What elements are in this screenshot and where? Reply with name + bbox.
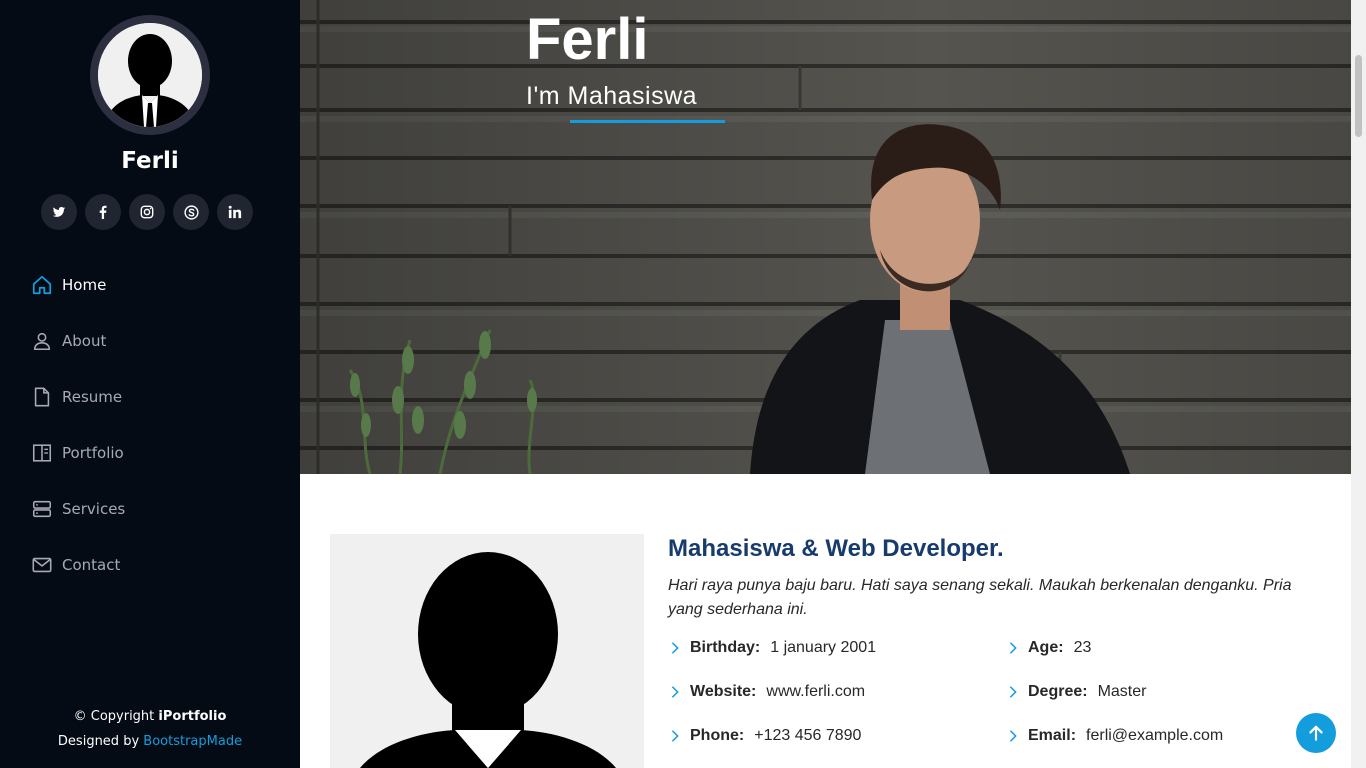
scrollbar-thumb[interactable] — [1355, 55, 1362, 137]
copyright-text: © Copyright — [73, 709, 159, 724]
info-email: Email: ferli@example.com — [1006, 727, 1223, 745]
designer-link[interactable]: BootstrapMade — [143, 734, 242, 749]
chevron-right-icon — [668, 685, 682, 699]
instagram-icon[interactable] — [129, 194, 165, 230]
info-value: 23 — [1073, 639, 1092, 656]
about-photo — [330, 534, 644, 768]
profile-avatar — [90, 15, 210, 135]
info-value: 1 january 2001 — [770, 639, 877, 656]
hero-section: Ferli I'm Mahasiswa — [300, 0, 1351, 474]
info-label: Age: — [1028, 639, 1064, 656]
info-birthday: Birthday: 1 january 2001 — [668, 639, 876, 657]
hero-background-image — [300, 0, 1351, 474]
nav-label-home: Home — [62, 276, 107, 294]
server-icon — [31, 498, 53, 520]
person-icon — [31, 330, 53, 352]
info-value: Master — [1097, 683, 1147, 700]
info-degree: Degree: Master — [1006, 683, 1146, 701]
nav-item-resume[interactable]: Resume — [0, 369, 300, 425]
nav-label-contact: Contact — [62, 556, 121, 574]
chevron-right-icon — [1006, 685, 1020, 699]
envelope-icon — [31, 554, 53, 576]
nav-item-services[interactable]: Services — [0, 481, 300, 537]
skype-icon[interactable] — [173, 194, 209, 230]
info-label: Birthday: — [690, 639, 761, 656]
info-phone: Phone: +123 456 7890 — [668, 727, 861, 745]
chevron-right-icon — [1006, 729, 1020, 743]
info-label: Email: — [1028, 727, 1077, 744]
info-value: +123 456 7890 — [754, 727, 862, 744]
nav-item-home[interactable]: Home — [0, 257, 300, 313]
twitter-icon[interactable] — [41, 194, 77, 230]
book-half-icon — [31, 442, 53, 464]
brand-name: iPortfolio — [158, 709, 227, 724]
sidebar-footer: © Copyright iPortfolio Designed by Boots… — [0, 704, 300, 754]
info-label: Website: — [690, 683, 757, 700]
info-label: Phone: — [690, 727, 745, 744]
chevron-right-icon — [668, 729, 682, 743]
linkedin-icon[interactable] — [217, 194, 253, 230]
nav-label-services: Services — [62, 500, 126, 518]
sidebar: Ferli Home About Resume Portfolio Servic… — [0, 0, 300, 768]
copyright-line: © Copyright iPortfolio — [0, 704, 300, 729]
info-label: Degree: — [1028, 683, 1088, 700]
hero-subtitle: I'm Mahasiswa — [526, 82, 698, 110]
info-age: Age: 23 — [1006, 639, 1091, 657]
info-value: www.ferli.com — [766, 683, 866, 700]
about-heading: Mahasiswa & Web Developer. — [668, 535, 1004, 562]
arrow-up-icon — [1309, 725, 1323, 741]
nav-item-contact[interactable]: Contact — [0, 537, 300, 593]
sidebar-name: Ferli — [121, 148, 179, 174]
chevron-right-icon — [1006, 641, 1020, 655]
nav-label-resume: Resume — [62, 388, 123, 406]
nav-label-portfolio: Portfolio — [62, 444, 124, 462]
designed-by-text: Designed by — [57, 734, 144, 749]
info-website: Website: www.ferli.com — [668, 683, 865, 701]
facebook-icon[interactable] — [85, 194, 121, 230]
hero-title: Ferli — [526, 7, 649, 72]
chevron-right-icon — [668, 641, 682, 655]
page-scrollbar[interactable] — [1351, 0, 1366, 768]
side-nav: Home About Resume Portfolio Services Con… — [0, 257, 300, 593]
credits-line: Designed by BootstrapMade — [0, 729, 300, 754]
nav-item-portfolio[interactable]: Portfolio — [0, 425, 300, 481]
hero-subtitle-underline — [570, 120, 725, 123]
about-description: Hari raya punya baju baru. Hati saya sen… — [668, 577, 1292, 618]
info-value: ferli@example.com — [1086, 727, 1224, 744]
nav-label-about: About — [62, 332, 107, 350]
social-links — [41, 194, 253, 230]
file-icon — [31, 386, 53, 408]
house-icon — [31, 274, 53, 296]
nav-item-about[interactable]: About — [0, 313, 300, 369]
back-to-top-button[interactable] — [1296, 713, 1336, 753]
